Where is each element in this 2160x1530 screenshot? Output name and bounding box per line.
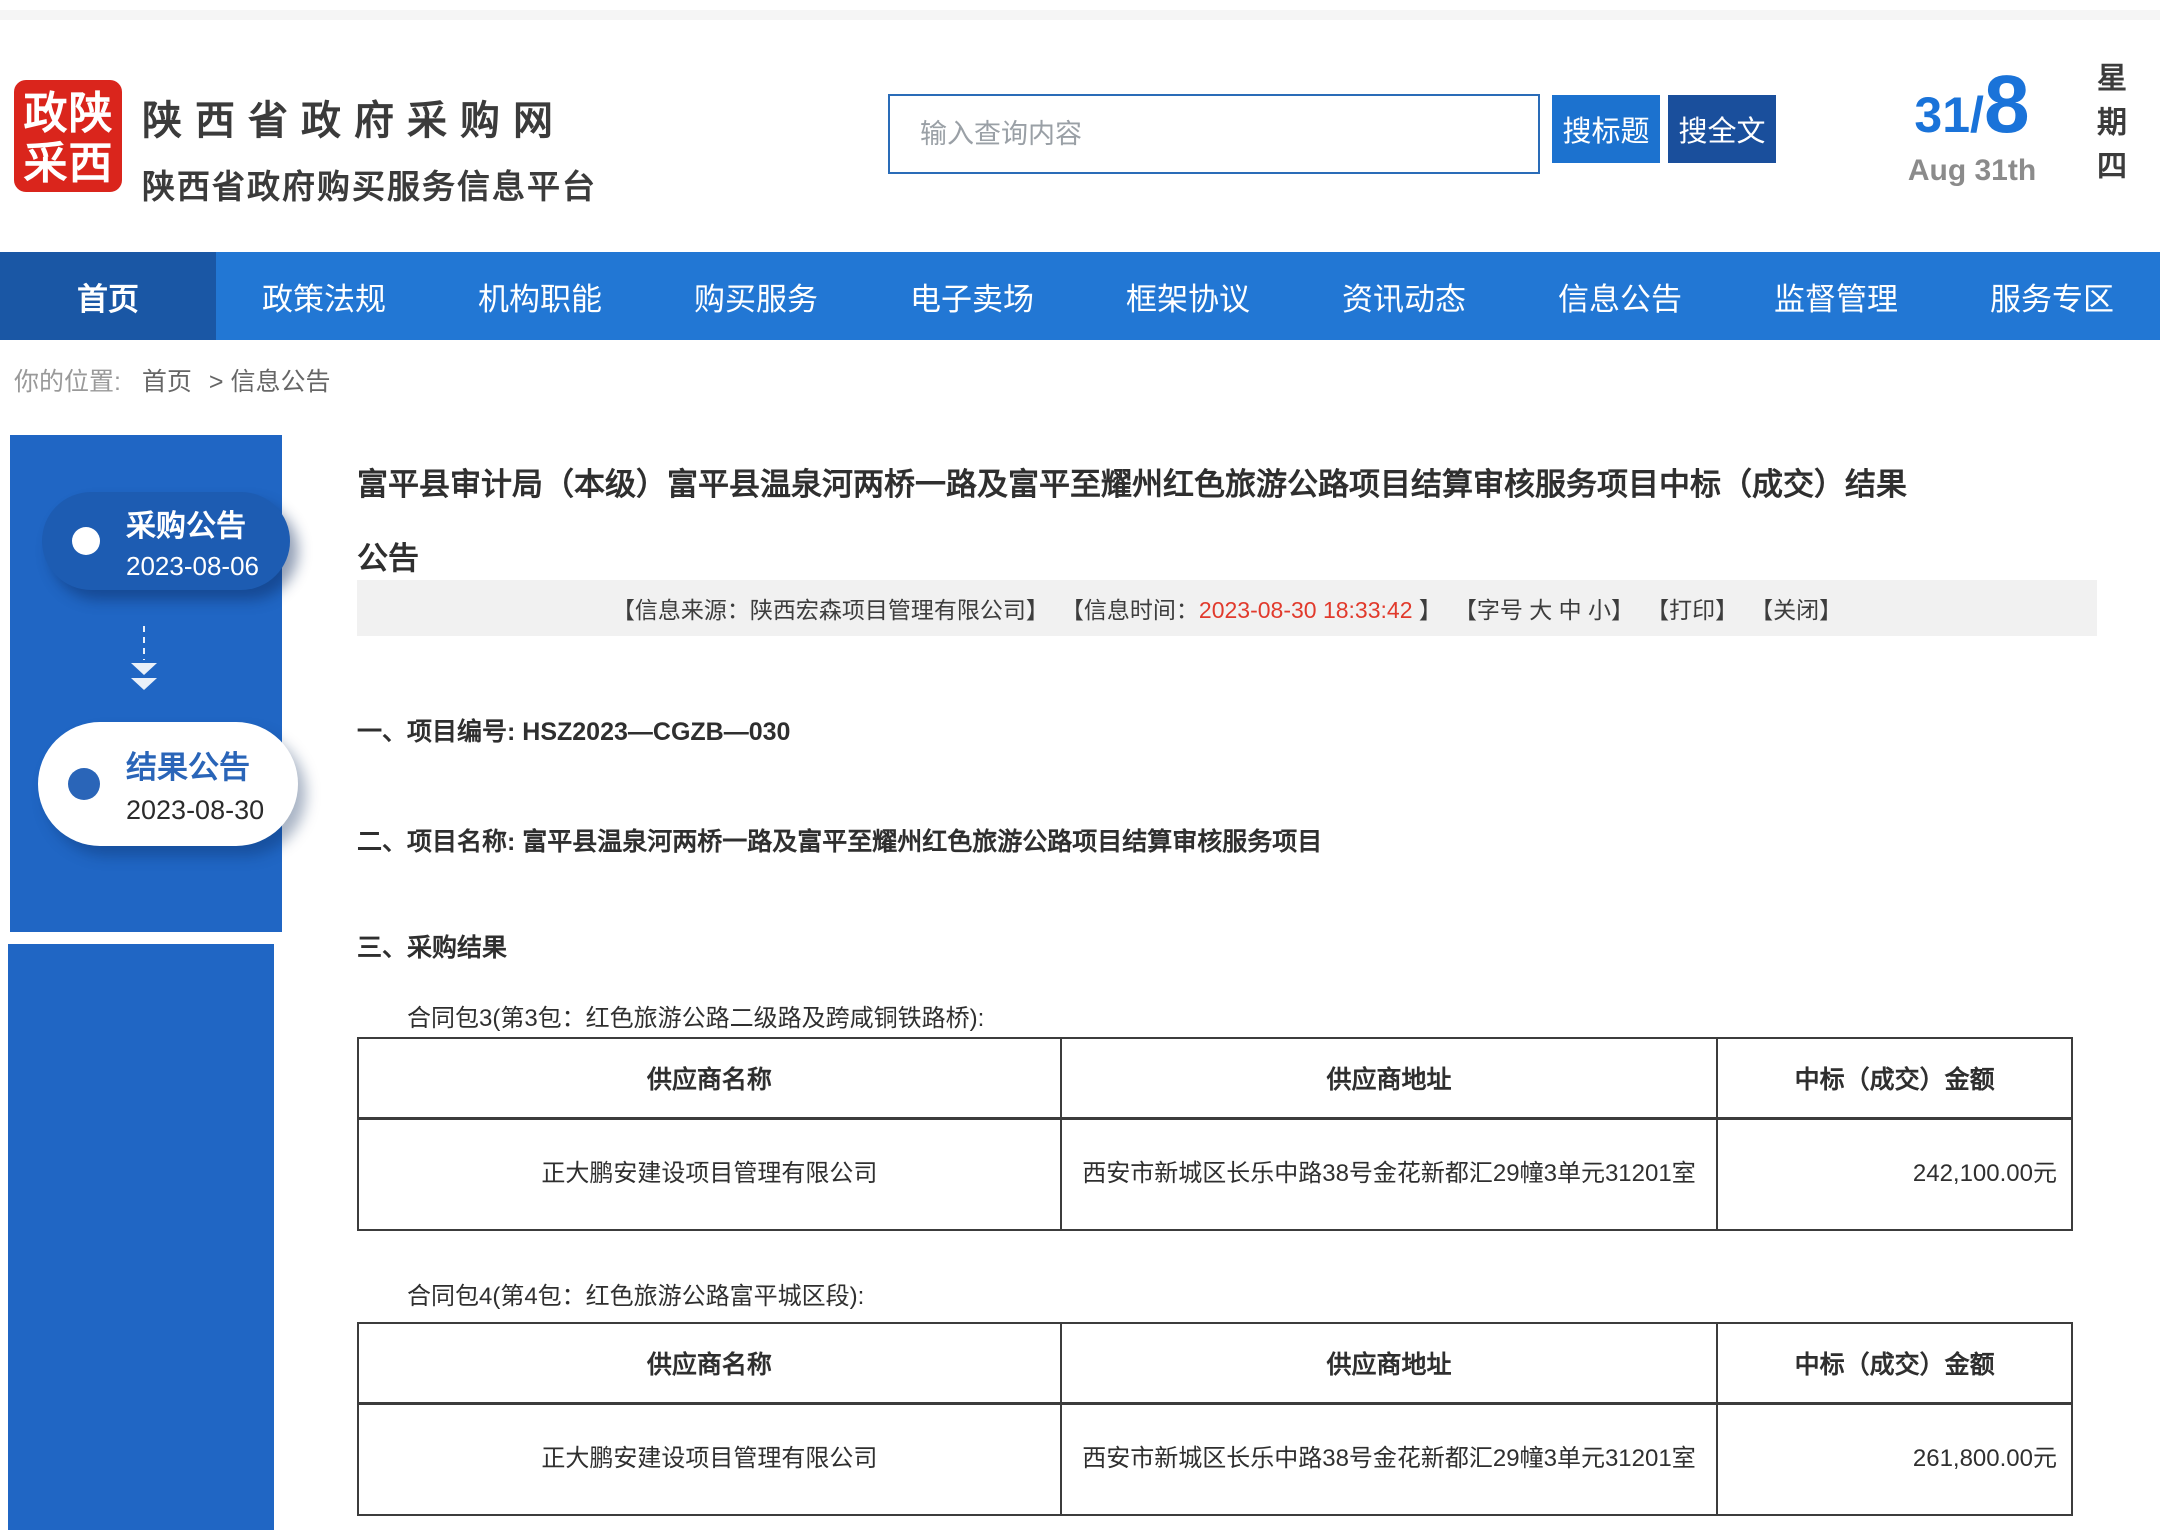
breadcrumb-home-link[interactable]: 首页: [142, 368, 192, 396]
table-row: 正大鹏安建设项目管理有限公司 西安市新城区长乐中路38号金花新都汇29幢3单元3…: [358, 1403, 2072, 1515]
col-header-supplier-address: 供应商地址: [1061, 1323, 1717, 1403]
nav-item-service-zone[interactable]: 服务专区: [1944, 252, 2160, 340]
timeline-step-result-announcement[interactable]: 结果公告 2023-08-30: [38, 722, 298, 846]
weekday-label: 星期四: [2086, 62, 2130, 194]
col-header-supplier-address: 供应商地址: [1061, 1038, 1717, 1118]
table-row: 正大鹏安建设项目管理有限公司 西安市新城区长乐中路38号金花新都汇29幢3单元3…: [358, 1118, 2072, 1230]
section-procurement-result: 三、采购结果: [357, 928, 507, 964]
site-logo-seal[interactable]: 政 陕 采 西: [14, 80, 122, 192]
date-month: 8: [1984, 59, 2030, 150]
search-input[interactable]: [890, 96, 1538, 172]
nav-item-announcements[interactable]: 信息公告: [1512, 252, 1728, 340]
col-header-award-amount: 中标（成交）金额: [1717, 1323, 2072, 1403]
date-block: 31/8 Aug 31th: [1872, 58, 2072, 188]
result-table-package3: 供应商名称 供应商地址 中标（成交）金额 正大鹏安建设项目管理有限公司 西安市新…: [357, 1037, 2073, 1231]
breadcrumb-separator: >: [209, 368, 224, 396]
logo-char: 陕: [68, 89, 113, 139]
meta-time-value: 2023-08-30 18:33:42: [1199, 597, 1413, 623]
meta-font-size-controls[interactable]: 【字号 大 中 小】: [1454, 591, 1634, 625]
table-header-row: 供应商名称 供应商地址 中标（成交）金额: [358, 1038, 2072, 1118]
nav-item-policy[interactable]: 政策法规: [216, 252, 432, 340]
nav-item-supervision[interactable]: 监督管理: [1728, 252, 1944, 340]
cell-supplier-name: 正大鹏安建设项目管理有限公司: [358, 1118, 1061, 1230]
col-header-award-amount: 中标（成交）金额: [1717, 1038, 2072, 1118]
nav-item-functions[interactable]: 机构职能: [432, 252, 648, 340]
nav-item-purchase-service[interactable]: 购买服务: [648, 252, 864, 340]
breadcrumb-prefix: 你的位置:: [14, 368, 121, 396]
date-english: Aug 31th: [1872, 154, 2072, 188]
section-project-number: 一、项目编号: HSZ2023—CGZB—030: [357, 712, 790, 748]
top-strip: [0, 10, 2160, 20]
cell-supplier-address: 西安市新城区长乐中路38号金花新都汇29幢3单元31201室: [1061, 1403, 1717, 1515]
logo-char: 政: [23, 89, 68, 139]
search-title-button[interactable]: 搜标题: [1552, 95, 1660, 163]
sidebar-lower-panel: [8, 944, 274, 1530]
cell-supplier-name: 正大鹏安建设项目管理有限公司: [358, 1403, 1061, 1515]
nav-item-framework[interactable]: 框架协议: [1080, 252, 1296, 340]
page-title: 富平县审计局（本级）富平县温泉河两桥一路及富平至耀州红色旅游公路项目结算审核服务…: [357, 448, 1917, 596]
date-day: 31: [1914, 87, 1970, 143]
logo-char: 西: [68, 139, 113, 189]
timeline-step-purchase-announcement[interactable]: 采购公告 2023-08-06: [42, 492, 290, 590]
main-nav: 首页 政策法规 机构职能 购买服务 电子卖场 框架协议 资讯动态 信息公告 监督…: [0, 252, 2160, 340]
site-subtitle: 陕西省政府购买服务信息平台: [142, 160, 597, 208]
meta-close-button[interactable]: 【关闭】: [1750, 591, 1842, 625]
date-numeric: 31/8: [1872, 58, 2072, 152]
timeline-dot-icon: [68, 768, 100, 800]
nav-item-emarket[interactable]: 电子卖场: [864, 252, 1080, 340]
article-meta-bar: 【信息来源：陕西宏森项目管理有限公司】 【信息时间：2023-08-30 18:…: [357, 580, 2097, 636]
section-project-name: 二、项目名称: 富平县温泉河两桥一路及富平至耀州红色旅游公路项目结算审核服务项目: [357, 822, 1322, 858]
nav-item-news[interactable]: 资讯动态: [1296, 252, 1512, 340]
col-header-supplier-name: 供应商名称: [358, 1038, 1061, 1118]
breadcrumb-current[interactable]: 信息公告: [230, 368, 330, 396]
package4-heading: 合同包4(第4包：红色旅游公路富平城区段):: [407, 1276, 864, 1311]
meta-time: 【信息时间：2023-08-30 18:33:42 】: [1061, 591, 1442, 625]
timeline-step-label: 结果公告: [126, 742, 264, 787]
search-box: [888, 94, 1540, 174]
site-names: 陕西省政府采购网 陕西省政府购买服务信息平台: [142, 88, 597, 208]
timeline-down-arrow-icon: [131, 626, 157, 690]
date-separator: /: [1970, 87, 1984, 143]
timeline-dot-icon: [72, 527, 100, 555]
meta-source: 【信息来源：陕西宏森项目管理有限公司】: [612, 591, 1049, 625]
page: 政 陕 采 西 陕西省政府采购网 陕西省政府购买服务信息平台 搜标题 搜全文 3…: [0, 0, 2160, 1530]
package3-heading: 合同包3(第3包：红色旅游公路二级路及跨咸铜铁路桥):: [407, 998, 984, 1033]
nav-item-home[interactable]: 首页: [0, 252, 216, 340]
meta-print-button[interactable]: 【打印】: [1646, 591, 1738, 625]
cell-supplier-address: 西安市新城区长乐中路38号金花新都汇29幢3单元31201室: [1061, 1118, 1717, 1230]
site-name: 陕西省政府采购网: [142, 88, 597, 146]
table-header-row: 供应商名称 供应商地址 中标（成交）金额: [358, 1323, 2072, 1403]
cell-award-amount: 242,100.00元: [1717, 1118, 2072, 1230]
breadcrumb: 你的位置: 首页 > 信息公告: [14, 362, 330, 398]
timeline-step-date: 2023-08-06: [126, 551, 259, 582]
search-fulltext-button[interactable]: 搜全文: [1668, 95, 1776, 163]
col-header-supplier-name: 供应商名称: [358, 1323, 1061, 1403]
timeline-step-date: 2023-08-30: [126, 795, 264, 826]
timeline-step-label: 采购公告: [126, 501, 259, 545]
result-table-package4: 供应商名称 供应商地址 中标（成交）金额 正大鹏安建设项目管理有限公司 西安市新…: [357, 1322, 2073, 1516]
logo-char: 采: [23, 139, 68, 189]
cell-award-amount: 261,800.00元: [1717, 1403, 2072, 1515]
